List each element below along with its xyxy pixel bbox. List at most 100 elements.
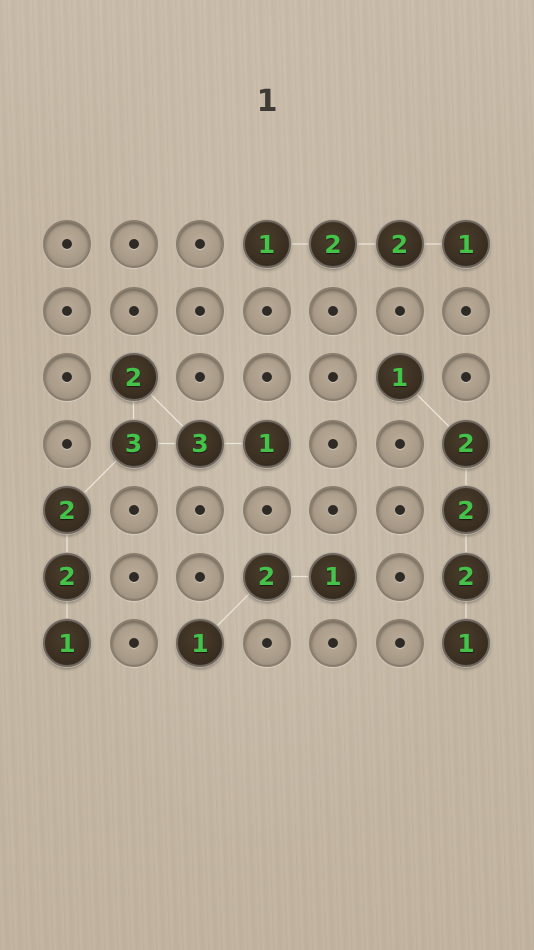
number-node-r6-c6[interactable]: 1 [442,619,490,667]
slot-hole-icon [328,638,338,648]
number-node-r5-c4[interactable]: 1 [309,552,357,601]
slot-hole-icon [328,305,338,316]
number-node-r3-c3[interactable]: 1 [242,419,291,468]
empty-slot-r6-c1[interactable] [109,619,158,667]
number-node-r0-c3[interactable]: 1 [242,220,291,268]
empty-slot-r1-c0[interactable] [43,286,91,335]
number-node-r3-c2[interactable]: 3 [176,419,224,468]
slot-hole-icon [261,372,272,382]
number-node-r3-c6[interactable]: 2 [442,419,490,468]
node-number: 2 [324,229,342,259]
slot-hole-icon [195,505,205,515]
number-node-r6-c0[interactable]: 1 [43,619,91,667]
number-node-r2-c5[interactable]: 1 [375,353,424,401]
slot-hole-icon [128,638,139,648]
empty-slot-r5-c1[interactable] [109,552,158,601]
slot-hole-icon [328,438,338,449]
empty-slot-r1-c2[interactable] [176,286,224,335]
number-node-r2-c1[interactable]: 2 [109,353,158,401]
slot-hole-icon [195,239,205,249]
empty-slot-r3-c0[interactable] [43,419,91,468]
slot-hole-icon [128,305,139,316]
number-node-r5-c0[interactable]: 2 [43,552,91,601]
slot-hole-icon [328,372,338,382]
slot-hole-icon [261,505,272,515]
node-number: 2 [457,562,475,591]
empty-slot-r2-c3[interactable] [242,353,291,401]
empty-slot-r1-c4[interactable] [309,286,357,335]
slot-hole-icon [62,372,72,382]
empty-slot-r1-c6[interactable] [442,286,490,335]
slot-hole-icon [128,571,139,582]
node-number: 1 [457,628,475,658]
node-number: 2 [457,495,475,525]
number-node-r4-c6[interactable]: 2 [442,486,490,534]
empty-slot-r3-c4[interactable] [309,419,357,468]
empty-slot-r4-c2[interactable] [176,486,224,534]
number-node-r6-c2[interactable]: 1 [176,619,224,667]
node-number: 2 [58,562,76,591]
empty-slot-r4-c3[interactable] [242,486,291,534]
link-layer [66,243,467,644]
slot-hole-icon [261,638,272,648]
number-node-r0-c6[interactable]: 1 [442,220,490,268]
empty-slot-r4-c4[interactable] [309,486,357,534]
slot-hole-icon [394,305,405,316]
game-screen: { "level": "1", "board": { "rows": 7, "c… [0,0,534,950]
slot-hole-icon [195,372,205,382]
slot-hole-icon [62,438,72,449]
node-number: 1 [191,628,209,658]
node-number: 1 [324,562,342,591]
slot-hole-icon [394,505,405,515]
empty-slot-r4-c1[interactable] [109,486,158,534]
number-node-r5-c3[interactable]: 2 [242,552,291,601]
slot-hole-icon [394,438,405,449]
number-node-r0-c5[interactable]: 2 [375,220,424,268]
empty-slot-r5-c5[interactable] [375,552,424,601]
empty-slot-r6-c4[interactable] [309,619,357,667]
slot-hole-icon [394,638,405,648]
empty-slot-r1-c3[interactable] [242,286,291,335]
node-number: 3 [124,429,143,458]
number-node-r4-c0[interactable]: 2 [43,486,91,534]
node-number: 1 [58,628,76,658]
empty-slot-r6-c3[interactable] [242,619,291,667]
slot-hole-icon [261,305,272,316]
number-node-r5-c6[interactable]: 2 [442,552,490,601]
slot-hole-icon [195,571,205,582]
node-number: 1 [257,429,276,458]
slot-hole-icon [195,305,205,316]
slot-hole-icon [128,239,139,249]
slot-hole-icon [128,505,139,515]
slot-hole-icon [62,305,72,316]
empty-slot-r0-c0[interactable] [43,220,91,268]
empty-slot-r2-c4[interactable] [309,353,357,401]
node-number: 2 [257,562,276,591]
empty-slot-r1-c5[interactable] [375,286,424,335]
empty-slot-r3-c5[interactable] [375,419,424,468]
empty-slot-r2-c2[interactable] [176,353,224,401]
slot-hole-icon [62,239,72,249]
slot-hole-icon [328,505,338,515]
empty-slot-r0-c1[interactable] [109,220,158,268]
slot-hole-icon [394,571,405,582]
slot-hole-icon [461,372,471,382]
number-node-r0-c4[interactable]: 2 [309,220,357,268]
number-node-r3-c1[interactable]: 3 [109,419,158,468]
node-number: 2 [124,362,143,392]
node-number: 2 [457,429,475,458]
node-number: 2 [390,229,409,259]
empty-slot-r0-c2[interactable] [176,220,224,268]
node-number: 1 [390,362,409,392]
node-number: 2 [58,495,76,525]
empty-slot-r5-c2[interactable] [176,552,224,601]
empty-slot-r2-c6[interactable] [442,353,490,401]
empty-slot-r6-c5[interactable] [375,619,424,667]
node-number: 3 [191,429,209,458]
empty-slot-r4-c5[interactable] [375,486,424,534]
empty-slot-r1-c1[interactable] [109,286,158,335]
node-number: 1 [257,229,276,259]
slot-hole-icon [461,305,471,316]
node-number: 1 [457,229,475,259]
empty-slot-r2-c0[interactable] [43,353,91,401]
